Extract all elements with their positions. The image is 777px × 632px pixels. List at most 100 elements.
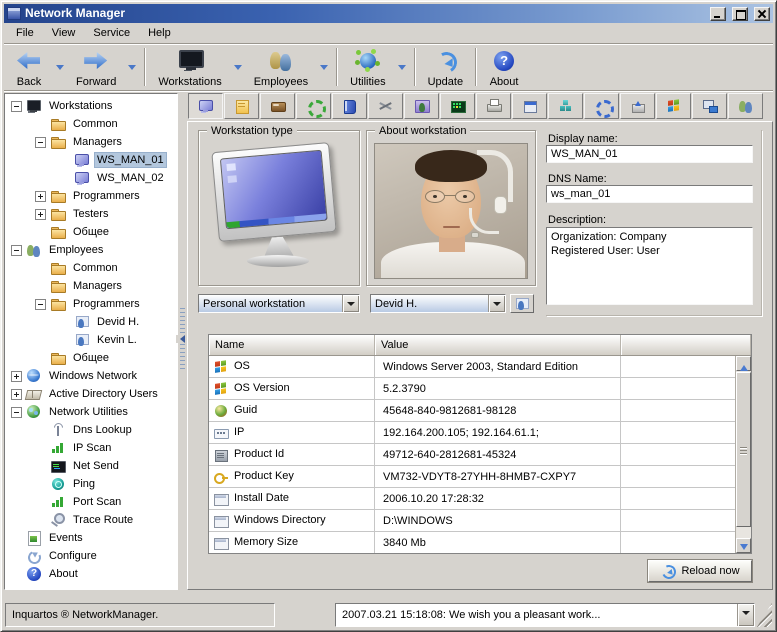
toolbar-workstations-dropdown[interactable] xyxy=(230,46,246,88)
dns-name-field[interactable] xyxy=(546,185,753,203)
tree-item-managers[interactable]: Managers xyxy=(5,133,177,151)
minus-toggle-icon[interactable] xyxy=(11,245,22,256)
tab-users[interactable] xyxy=(728,93,763,119)
tree-item-active-directory-users[interactable]: Active Directory Users xyxy=(5,385,177,403)
minus-toggle-icon[interactable] xyxy=(35,137,46,148)
menu-view[interactable]: View xyxy=(43,24,85,42)
employee-combobox[interactable]: Devid H. xyxy=(370,294,506,313)
tree-item-label: Managers xyxy=(70,278,125,294)
workstation-type-dropdown-button[interactable] xyxy=(342,295,359,312)
table-row-windows-directory[interactable]: Windows DirectoryD:\WINDOWS xyxy=(209,510,751,532)
table-row-os[interactable]: OSWindows Server 2003, Standard Edition xyxy=(209,356,751,378)
table-row-os-version[interactable]: OS Version5.2.3790 xyxy=(209,378,751,400)
tab-pc-network[interactable] xyxy=(692,93,727,119)
tab-book-blue[interactable] xyxy=(332,93,367,119)
plus-toggle-icon[interactable] xyxy=(11,371,22,382)
tree-item-configure[interactable]: Configure xyxy=(5,547,177,565)
toolbar-forward-dropdown[interactable] xyxy=(124,46,140,88)
resize-grip[interactable] xyxy=(757,603,772,627)
tree-item-programmers[interactable]: Programmers xyxy=(5,187,177,205)
toolbar-employees[interactable]: Employees xyxy=(246,46,316,88)
tree-item-workstations[interactable]: Workstations xyxy=(5,97,177,115)
toolbar-utilities-dropdown[interactable] xyxy=(394,46,410,88)
toolbar-forward[interactable]: Forward xyxy=(68,46,124,88)
toolbar-about[interactable]: About xyxy=(481,46,527,88)
tree-item-ip-scan[interactable]: IP Scan xyxy=(5,439,177,457)
tab-users-folder[interactable] xyxy=(404,93,439,119)
tree-item-about[interactable]: About xyxy=(5,565,177,583)
tree-item-общее[interactable]: Общее xyxy=(5,349,177,367)
menu-help[interactable]: Help xyxy=(139,24,180,42)
status-dropdown-button[interactable] xyxy=(737,604,754,626)
table-scrollbar[interactable] xyxy=(735,356,751,553)
toolbar-utilities[interactable]: Utilities xyxy=(342,46,393,88)
close-button[interactable] xyxy=(754,7,770,21)
toolbar-employees-dropdown[interactable] xyxy=(316,46,332,88)
tree-item-ping[interactable]: Ping xyxy=(5,475,177,493)
scroll-down-icon[interactable] xyxy=(736,538,751,553)
column-header-value[interactable]: Value xyxy=(375,335,621,355)
tree-item-ws-man-02[interactable]: WS_MAN_02 xyxy=(5,169,177,187)
scroll-up-icon[interactable] xyxy=(736,356,751,371)
tree-item-общее[interactable]: Общее xyxy=(5,223,177,241)
tab-gear-green[interactable] xyxy=(296,93,331,119)
tab-disk[interactable] xyxy=(260,93,295,119)
plus-toggle-icon[interactable] xyxy=(35,191,46,202)
tab-cubes[interactable] xyxy=(548,93,583,119)
plus-toggle-icon[interactable] xyxy=(11,389,22,400)
tree-item-ws-man-01[interactable]: WS_MAN_01 xyxy=(5,151,177,169)
employee-card-button[interactable] xyxy=(510,294,534,313)
table-row-product-key[interactable]: Product KeyVM732-VDYT8-27YHH-8HMB7-CXPY7 xyxy=(209,466,751,488)
splitter-collapse-handle[interactable] xyxy=(180,308,185,372)
toolbar-workstations[interactable]: Workstations xyxy=(150,46,229,88)
display-name-field[interactable] xyxy=(546,145,753,163)
tab-monitor[interactable] xyxy=(188,93,223,119)
tree-item-windows-network[interactable]: Windows Network xyxy=(5,367,177,385)
tab-windows-logo[interactable] xyxy=(656,93,691,119)
tab-printer[interactable] xyxy=(476,93,511,119)
tree-item-trace-route[interactable]: Trace Route xyxy=(5,511,177,529)
tree-item-devid-h[interactable]: Devid H. xyxy=(5,313,177,331)
tab-cables[interactable] xyxy=(368,93,403,119)
status-message-combobox[interactable]: 2007.03.21 15:18:08: We wish you a pleas… xyxy=(335,603,755,627)
table-row-ip[interactable]: IP192.164.200.105; 192.164.61.1; xyxy=(209,422,751,444)
tab-app-window[interactable] xyxy=(512,93,547,119)
scrollbar-thumb[interactable] xyxy=(736,372,751,527)
workstation-type-combobox[interactable]: Personal workstation xyxy=(198,294,360,313)
plus-toggle-icon[interactable] xyxy=(35,209,46,220)
minus-toggle-icon[interactable] xyxy=(11,101,22,112)
toolbar-back-dropdown[interactable] xyxy=(52,46,68,88)
toolbar-update[interactable]: Update xyxy=(420,46,471,88)
tab-gear-blue[interactable] xyxy=(584,93,619,119)
minimize-button[interactable] xyxy=(710,7,726,21)
tree-item-testers[interactable]: Testers xyxy=(5,205,177,223)
tab-netcard[interactable] xyxy=(440,93,475,119)
table-row-memory-size[interactable]: Memory Size3840 Mb xyxy=(209,532,751,554)
tree-item-dns-lookup[interactable]: Dns Lookup xyxy=(5,421,177,439)
maximize-button[interactable] xyxy=(732,7,748,21)
table-row-product-id[interactable]: Product Id49712-640-2812681-45324 xyxy=(209,444,751,466)
column-header-name[interactable]: Name xyxy=(209,335,375,355)
description-field[interactable]: Organization: Company Registered User: U… xyxy=(546,227,753,305)
tree-item-common[interactable]: Common xyxy=(5,259,177,277)
table-row-install-date[interactable]: Install Date2006.10.20 17:28:32 xyxy=(209,488,751,510)
employee-dropdown-button[interactable] xyxy=(488,295,505,312)
toolbar-back[interactable]: Back xyxy=(6,46,52,88)
tree-item-net-send[interactable]: Net Send xyxy=(5,457,177,475)
tree-item-port-scan[interactable]: Port Scan xyxy=(5,493,177,511)
tab-notes[interactable] xyxy=(224,93,259,119)
tab-share[interactable] xyxy=(620,93,655,119)
menu-service[interactable]: Service xyxy=(84,24,139,42)
minus-toggle-icon[interactable] xyxy=(11,407,22,418)
menu-file[interactable]: File xyxy=(7,24,43,42)
tree-item-events[interactable]: Events xyxy=(5,529,177,547)
tree-item-kevin-l[interactable]: Kevin L. xyxy=(5,331,177,349)
tree-item-network-utilities[interactable]: Network Utilities xyxy=(5,403,177,421)
table-row-guid[interactable]: Guid45648-840-9812681-98128 xyxy=(209,400,751,422)
tree-item-common[interactable]: Common xyxy=(5,115,177,133)
tree-item-employees[interactable]: Employees xyxy=(5,241,177,259)
tree-item-managers[interactable]: Managers xyxy=(5,277,177,295)
tree-item-programmers[interactable]: Programmers xyxy=(5,295,177,313)
minus-toggle-icon[interactable] xyxy=(35,299,46,310)
reload-now-button[interactable]: Reload now xyxy=(648,560,752,582)
